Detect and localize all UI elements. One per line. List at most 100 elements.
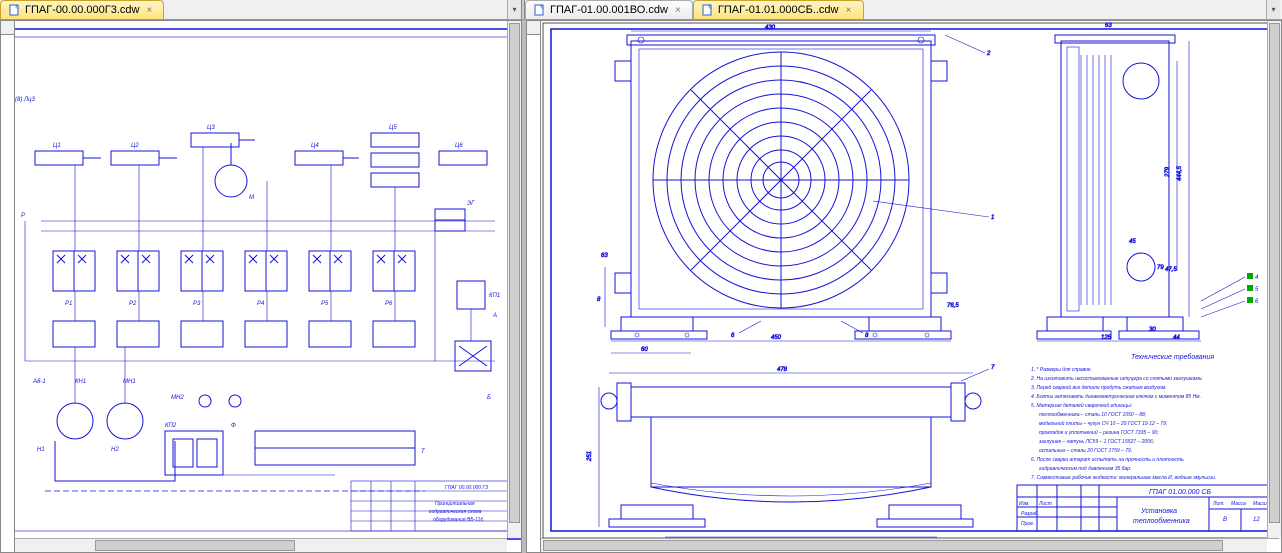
close-icon[interactable]: × bbox=[143, 4, 155, 16]
svg-text:оборудования ВБ-116: оборудования ВБ-116 bbox=[433, 517, 483, 523]
svg-text:6: 6 bbox=[731, 333, 735, 339]
svg-text:модельной плиты – чугун СЧ 10: модельной плиты – чугун СЧ 10 – 29 ГОСТ … bbox=[1039, 420, 1168, 427]
tab-label: ГПАГ-01.00.001ВО.cdw bbox=[550, 4, 668, 16]
document-icon bbox=[702, 4, 714, 16]
svg-text:12: 12 bbox=[1253, 517, 1260, 523]
ruler-vertical bbox=[527, 21, 541, 552]
svg-text:ГПАГ 01.00.000 СБ: ГПАГ 01.00.000 СБ bbox=[1149, 489, 1211, 496]
svg-text:МН2: МН2 bbox=[171, 395, 184, 401]
tab-overflow-left[interactable]: ▾ bbox=[507, 0, 521, 19]
svg-text:279: 279 bbox=[1165, 166, 1171, 178]
close-icon[interactable]: × bbox=[843, 4, 855, 16]
svg-text:Т: Т bbox=[421, 449, 426, 455]
tab-overflow-right[interactable]: ▾ bbox=[1266, 0, 1280, 19]
svg-text:гидравлическим под давлением 3: гидравлическим под давлением 35 бар. bbox=[1039, 466, 1131, 472]
svg-text:63: 63 bbox=[1105, 23, 1112, 29]
scrollbar-h[interactable] bbox=[541, 538, 1267, 552]
svg-text:Ц4: Ц4 bbox=[311, 143, 319, 149]
scrollbar-h[interactable] bbox=[15, 538, 507, 552]
svg-text:КН1: КН1 bbox=[75, 379, 86, 385]
svg-text:Р5: Р5 bbox=[321, 301, 329, 307]
svg-text:гидравлическая схема: гидравлическая схема bbox=[429, 509, 482, 515]
left-canvas[interactable]: (8) Лц3 bbox=[15, 21, 521, 552]
svg-text:79: 79 bbox=[1157, 265, 1164, 271]
close-icon[interactable]: × bbox=[672, 4, 684, 16]
svg-text:А: А bbox=[492, 313, 497, 319]
svg-text:Р1: Р1 bbox=[65, 301, 72, 307]
svg-text:Технические требования: Технические требования bbox=[1131, 353, 1214, 361]
tab-label: ГПАГ-01.01.000СБ..cdw bbox=[718, 4, 839, 16]
svg-text:44: 44 bbox=[1173, 335, 1180, 341]
svg-text:Н2: Н2 bbox=[111, 447, 119, 453]
svg-text:Н1: Н1 bbox=[37, 447, 45, 453]
svg-text:КП2: КП2 bbox=[165, 423, 177, 429]
svg-text:2. На изготовить несостыкованн: 2. На изготовить несостыкованные штуцера… bbox=[1030, 376, 1203, 382]
svg-text:прокладок и уплотнений – резин: прокладок и уплотнений – резина ГОСТ 733… bbox=[1039, 429, 1159, 436]
svg-text:45: 45 bbox=[1129, 239, 1136, 245]
svg-text:Масса: Масса bbox=[1231, 501, 1246, 507]
left-drawing-svg: (8) Лц3 bbox=[15, 21, 522, 540]
svg-text:8: 8 bbox=[865, 333, 869, 339]
tab-left-1[interactable]: ГПАГ-00.00.000Г3.cdw × bbox=[0, 0, 164, 19]
scrollbar-v[interactable] bbox=[507, 21, 521, 538]
tab-right-2[interactable]: ГПАГ-01.01.000СБ..cdw × bbox=[693, 0, 864, 19]
svg-text:Установка: Установка bbox=[1140, 508, 1177, 515]
scrollbar-v[interactable] bbox=[1267, 21, 1281, 538]
right-drawing-svg: 430 2 1 450 60 63 8 76,5 6 8 bbox=[541, 21, 1282, 540]
svg-text:Ц3: Ц3 bbox=[207, 125, 215, 131]
svg-text:1. * Размеры для справок.: 1. * Размеры для справок. bbox=[1031, 367, 1092, 373]
ruler-corner bbox=[1, 21, 15, 35]
svg-text:Р3: Р3 bbox=[193, 301, 201, 307]
svg-text:Р2: Р2 bbox=[129, 301, 137, 307]
svg-text:М: М bbox=[249, 195, 254, 201]
tab-area-right: ГПАГ-01.00.001ВО.cdw × ГПАГ-01.01.000СБ.… bbox=[525, 0, 1266, 19]
svg-text:251: 251 bbox=[587, 451, 593, 462]
svg-text:Разраб.: Разраб. bbox=[1021, 511, 1039, 517]
svg-text:Масш.: Масш. bbox=[1253, 501, 1268, 507]
svg-text:Ф: Ф bbox=[231, 423, 236, 429]
svg-text:Р4: Р4 bbox=[257, 301, 265, 307]
tab-label: ГПАГ-00.00.000Г3.cdw bbox=[25, 4, 139, 16]
svg-text:5: 5 bbox=[1255, 287, 1259, 293]
svg-text:ЭГ: ЭГ bbox=[467, 201, 475, 207]
svg-text:444,5: 444,5 bbox=[1177, 165, 1183, 181]
svg-text:2: 2 bbox=[986, 51, 991, 57]
svg-text:Б: Б bbox=[487, 395, 491, 401]
svg-text:478: 478 bbox=[777, 367, 788, 373]
svg-text:Пров.: Пров. bbox=[1021, 521, 1034, 527]
svg-text:3. Перед сваркой все детали пр: 3. Перед сваркой все детали продуть сжат… bbox=[1031, 384, 1167, 391]
svg-text:47,5: 47,5 bbox=[1165, 267, 1177, 273]
svg-text:4. Болты затягивать динамометр: 4. Болты затягивать динамометрическим кл… bbox=[1031, 394, 1201, 400]
svg-text:Ц6: Ц6 bbox=[455, 143, 463, 149]
svg-text:Принципиальная: Принципиальная bbox=[435, 501, 475, 507]
svg-text:76,5: 76,5 bbox=[947, 303, 959, 309]
document-icon bbox=[534, 4, 546, 16]
svg-text:ГПАГ 00.00.000 Г3: ГПАГ 00.00.000 Г3 bbox=[445, 485, 488, 491]
svg-text:Изм.: Изм. bbox=[1019, 501, 1030, 507]
svg-text:Лит.: Лит. bbox=[1212, 501, 1225, 507]
panes: (8) Лц3 bbox=[0, 20, 1282, 553]
svg-text:5. Материал деталей сварочной: 5. Материал деталей сварочной единицы: bbox=[1031, 402, 1133, 409]
svg-text:4: 4 bbox=[1255, 275, 1259, 281]
svg-text:теплообменника: теплообменника bbox=[1133, 517, 1190, 525]
svg-text:Ц2: Ц2 bbox=[131, 143, 139, 149]
svg-text:450: 450 bbox=[771, 335, 782, 341]
svg-text:430: 430 bbox=[765, 25, 776, 31]
svg-text:остальных – сталь 20 ГОСТ 1759: остальных – сталь 20 ГОСТ 1759 – 79. bbox=[1039, 448, 1132, 454]
svg-text:63: 63 bbox=[601, 253, 608, 259]
tab-right-1[interactable]: ГПАГ-01.00.001ВО.cdw × bbox=[525, 0, 693, 19]
tab-bar: ГПАГ-00.00.000Г3.cdw × ▾ ГПАГ-01.00.001В… bbox=[0, 0, 1282, 20]
svg-text:КП1: КП1 bbox=[489, 293, 500, 299]
ruler-corner bbox=[527, 21, 541, 35]
right-canvas[interactable]: 430 2 1 450 60 63 8 76,5 6 8 bbox=[541, 21, 1281, 552]
svg-text:заглушек – латунь ЛС59 – 1 ГОС: заглушек – латунь ЛС59 – 1 ГОСТ 15527 – … bbox=[1038, 439, 1155, 445]
svg-text:6. После сварки аппарат испыта: 6. После сварки аппарат испытать на проч… bbox=[1031, 457, 1184, 463]
svg-text:125: 125 bbox=[1101, 335, 1112, 341]
svg-text:7: 7 bbox=[991, 365, 995, 371]
svg-text:60: 60 bbox=[641, 347, 648, 353]
svg-text:Р: Р bbox=[21, 213, 25, 219]
svg-text:Ц5: Ц5 bbox=[389, 125, 397, 131]
svg-text:Р6: Р6 bbox=[385, 301, 393, 307]
svg-text:Лист: Лист bbox=[1038, 501, 1052, 507]
svg-text:6: 6 bbox=[1255, 299, 1259, 305]
